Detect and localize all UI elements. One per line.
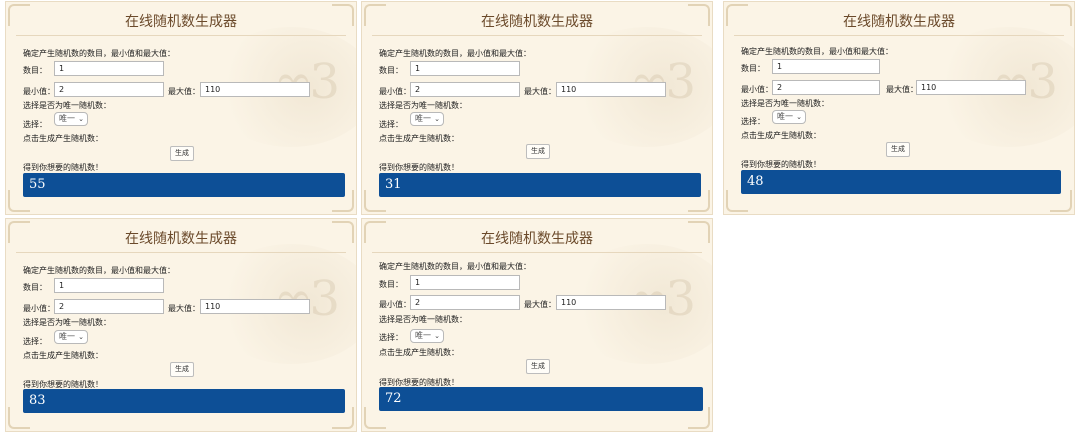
divider xyxy=(16,35,346,36)
select-label: 选择： xyxy=(23,120,47,129)
select-label: 选择： xyxy=(23,337,47,346)
page-title: 在线随机数生成器 xyxy=(125,14,237,30)
min-input[interactable]: 2 xyxy=(54,82,164,97)
divider xyxy=(372,252,702,253)
min-label: 最小值： xyxy=(23,304,55,313)
select-value: 唯一 xyxy=(415,331,431,340)
generate-button[interactable]: 生成 xyxy=(526,144,550,159)
max-input[interactable]: 110 xyxy=(556,82,666,97)
count-label: 数目： xyxy=(741,64,765,73)
count-input[interactable]: 1 xyxy=(54,278,164,293)
unique-select[interactable]: 唯一 ⌄ xyxy=(772,110,806,124)
intro-text: 确定产生随机数的数目，最小值和最大值： xyxy=(379,262,531,271)
count-label: 数目： xyxy=(23,66,47,75)
chevron-down-icon: ⌄ xyxy=(434,332,440,340)
generate-button[interactable]: 生成 xyxy=(526,359,550,374)
intro-text: 确定产生随机数的数目，最小值和最大值： xyxy=(379,49,531,58)
result-box: 72 xyxy=(379,387,703,411)
divider xyxy=(16,252,346,253)
select-value: 唯一 xyxy=(59,114,75,123)
generate-prompt: 点击生成产生随机数： xyxy=(379,134,459,143)
min-input[interactable]: 2 xyxy=(410,82,520,97)
unique-prompt: 选择是否为唯一随机数： xyxy=(379,101,467,110)
page-title: 在线随机数生成器 xyxy=(125,231,237,247)
generate-button[interactable]: 生成 xyxy=(886,142,910,157)
select-value: 唯一 xyxy=(777,112,793,121)
generator-panel-4: ∞3 在线随机数生成器 确定产生随机数的数目，最小值和最大值： 数目： 1 最小… xyxy=(5,218,357,432)
select-label: 选择： xyxy=(741,117,765,126)
max-label: 最大值： xyxy=(524,300,556,309)
result-box: 31 xyxy=(379,173,701,197)
chevron-down-icon: ⌄ xyxy=(78,115,84,123)
chevron-down-icon: ⌄ xyxy=(434,115,440,123)
chevron-down-icon: ⌄ xyxy=(796,113,802,121)
generate-prompt: 点击生成产生随机数： xyxy=(741,131,821,140)
min-label: 最小值： xyxy=(23,87,55,96)
max-input[interactable]: 110 xyxy=(916,80,1026,95)
result-box: 48 xyxy=(741,170,1061,194)
generate-prompt: 点击生成产生随机数： xyxy=(23,351,103,360)
unique-select[interactable]: 唯一 ⌄ xyxy=(54,330,88,344)
min-label: 最小值： xyxy=(741,85,773,94)
unique-prompt: 选择是否为唯一随机数： xyxy=(741,99,829,108)
select-value: 唯一 xyxy=(59,332,75,341)
generator-panel-1: ∞3 在线随机数生成器 确定产生随机数的数目，最小值和最大值： 数目： 1 最小… xyxy=(5,1,357,215)
generate-prompt: 点击生成产生随机数： xyxy=(379,348,459,357)
intro-text: 确定产生随机数的数目，最小值和最大值： xyxy=(23,49,175,58)
generator-panel-5: ∞3 在线随机数生成器 确定产生随机数的数目，最小值和最大值： 数目： 1 最小… xyxy=(361,218,713,432)
min-input[interactable]: 2 xyxy=(410,295,520,310)
unique-prompt: 选择是否为唯一随机数： xyxy=(23,101,111,110)
max-label: 最大值： xyxy=(168,304,200,313)
count-input[interactable]: 1 xyxy=(772,59,880,74)
count-label: 数目： xyxy=(379,280,403,289)
min-input[interactable]: 2 xyxy=(772,80,880,95)
max-input[interactable]: 110 xyxy=(200,299,310,314)
page-title: 在线随机数生成器 xyxy=(481,231,593,247)
select-label: 选择： xyxy=(379,120,403,129)
unique-select[interactable]: 唯一 ⌄ xyxy=(410,112,444,126)
count-label: 数目： xyxy=(23,283,47,292)
count-input[interactable]: 1 xyxy=(54,61,164,76)
min-input[interactable]: 2 xyxy=(54,299,164,314)
max-input[interactable]: 110 xyxy=(200,82,310,97)
max-input[interactable]: 110 xyxy=(556,295,666,310)
generator-panel-2: ∞3 在线随机数生成器 确定产生随机数的数目，最小值和最大值： 数目： 1 最小… xyxy=(361,1,713,215)
chevron-down-icon: ⌄ xyxy=(78,333,84,341)
unique-select[interactable]: 唯一 ⌄ xyxy=(410,329,444,343)
result-label: 得到你想要的随机数！ xyxy=(23,163,103,172)
max-label: 最大值： xyxy=(886,85,918,94)
result-label: 得到你想要的随机数！ xyxy=(379,163,459,172)
unique-prompt: 选择是否为唯一随机数： xyxy=(379,315,467,324)
generate-button[interactable]: 生成 xyxy=(170,146,194,161)
max-label: 最大值： xyxy=(168,87,200,96)
intro-text: 确定产生随机数的数目，最小值和最大值： xyxy=(741,47,893,56)
count-input[interactable]: 1 xyxy=(410,275,520,290)
max-label: 最大值： xyxy=(524,87,556,96)
divider xyxy=(734,35,1064,36)
page-title: 在线随机数生成器 xyxy=(481,14,593,30)
min-label: 最小值： xyxy=(379,300,411,309)
page-title: 在线随机数生成器 xyxy=(843,14,955,30)
generate-button[interactable]: 生成 xyxy=(170,362,194,377)
generate-prompt: 点击生成产生随机数： xyxy=(23,134,103,143)
unique-prompt: 选择是否为唯一随机数： xyxy=(23,318,111,327)
count-input[interactable]: 1 xyxy=(410,61,520,76)
divider xyxy=(372,35,702,36)
min-label: 最小值： xyxy=(379,87,411,96)
count-label: 数目： xyxy=(379,66,403,75)
result-box: 83 xyxy=(23,389,345,413)
select-label: 选择： xyxy=(379,333,403,342)
select-value: 唯一 xyxy=(415,114,431,123)
result-box: 55 xyxy=(23,173,345,197)
generator-panel-3: ∞3 在线随机数生成器 确定产生随机数的数目，最小值和最大值： 数目： 1 最小… xyxy=(723,1,1075,215)
unique-select[interactable]: 唯一 ⌄ xyxy=(54,112,88,126)
result-label: 得到你想要的随机数！ xyxy=(741,160,821,169)
intro-text: 确定产生随机数的数目，最小值和最大值： xyxy=(23,266,175,275)
